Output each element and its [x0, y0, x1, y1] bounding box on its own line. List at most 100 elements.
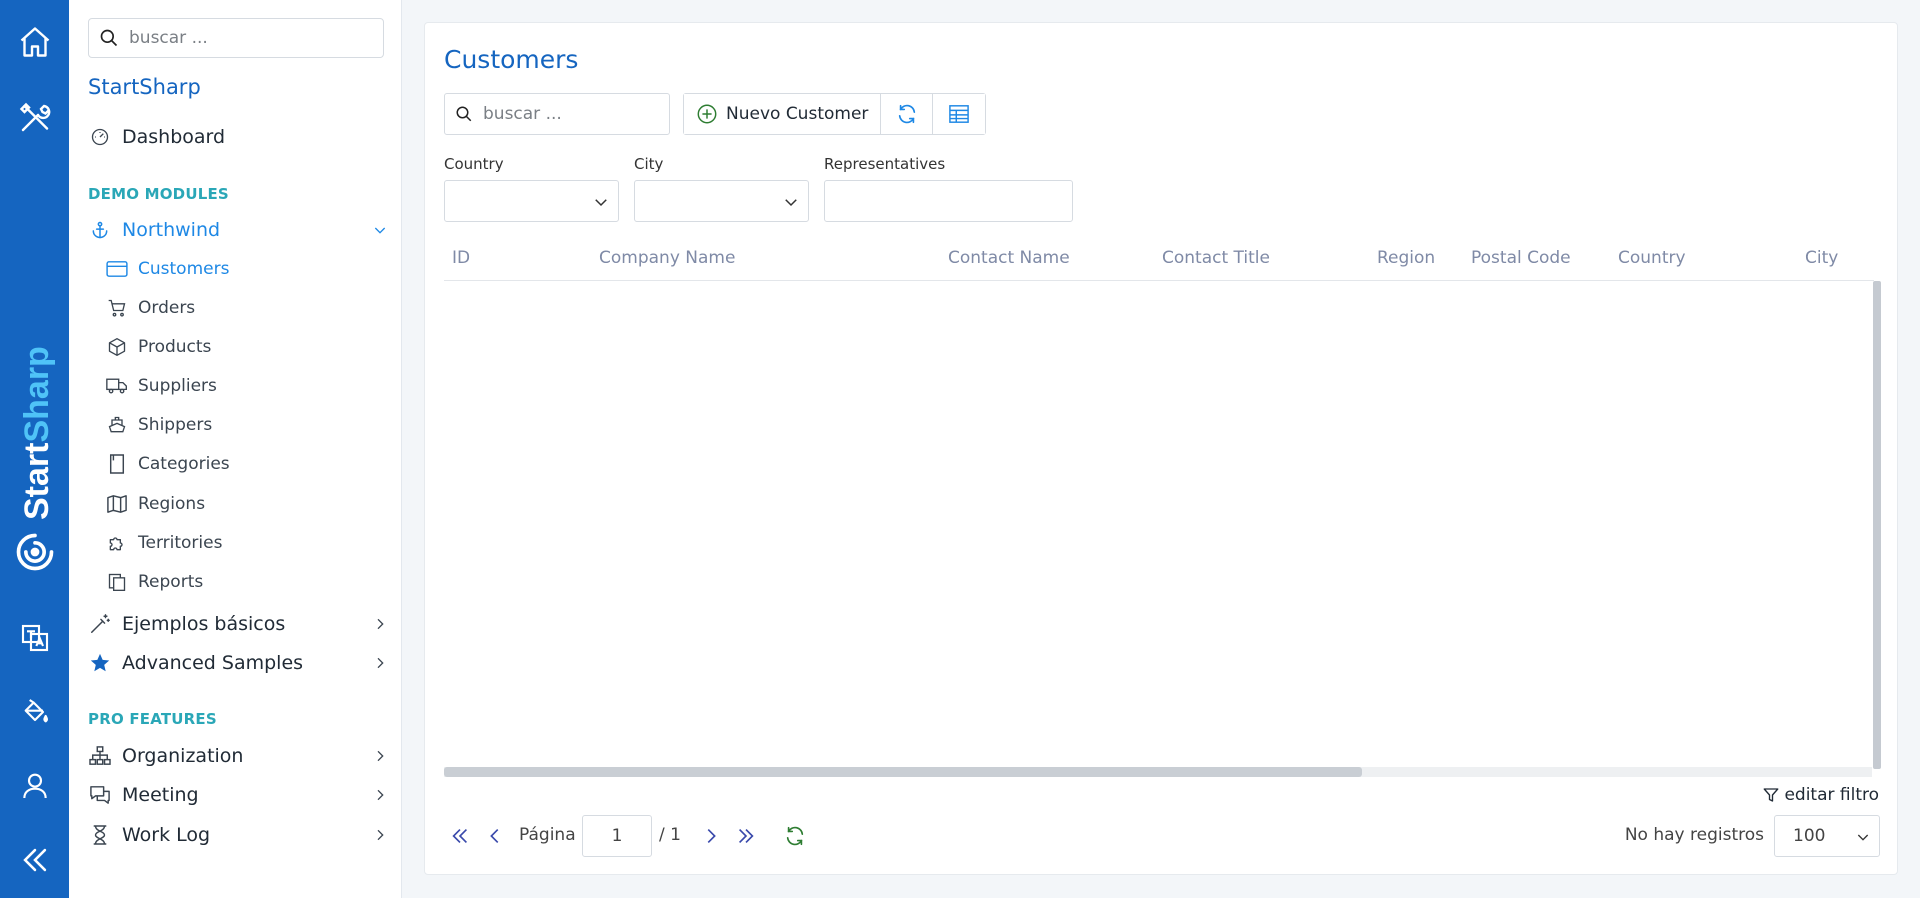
refresh-button[interactable] [881, 94, 934, 134]
sidebar-search[interactable] [88, 18, 384, 58]
sidebar-item-customers[interactable]: Customers [106, 254, 366, 284]
ship-icon [106, 414, 128, 436]
record-count-status: No hay registros [1624, 825, 1764, 845]
chevron-down-icon [372, 222, 388, 242]
page-total: / 1 [659, 825, 681, 845]
page-title: Customers [444, 45, 579, 74]
paint-bucket-icon[interactable] [0, 682, 69, 742]
sidebar-search-input[interactable] [129, 28, 369, 48]
plus-circle-icon [696, 103, 718, 125]
card-icon [106, 258, 128, 280]
filter-icon [1762, 786, 1780, 804]
sidebar-item-label: Products [138, 337, 212, 357]
column-picker-button[interactable] [933, 94, 986, 134]
collapse-sidebar-icon[interactable] [0, 830, 69, 890]
sidebar-item-work-log[interactable]: Work Log [88, 819, 388, 851]
translate-icon[interactable] [0, 608, 69, 668]
anchor-icon [88, 218, 112, 242]
home-icon[interactable] [0, 12, 69, 72]
edit-filter-label: editar filtro [1784, 785, 1879, 805]
column-header-region[interactable]: Region [1377, 248, 1435, 268]
country-filter-select[interactable] [444, 180, 619, 222]
chevron-right-icon [372, 827, 388, 847]
sidebar-item-dashboard[interactable]: Dashboard [88, 121, 388, 153]
representatives-filter-input[interactable] [824, 180, 1073, 222]
spiral-logo-icon [0, 522, 69, 582]
sidebar: StartSharp Dashboard DEMO MODULES Northw… [69, 0, 402, 898]
sidebar-item-label: Orders [138, 298, 196, 318]
column-header-id[interactable]: ID [452, 248, 470, 268]
country-filter-label: Country [444, 155, 504, 173]
grid-vertical-scrollbar[interactable] [1873, 281, 1881, 769]
chevron-right-icon [372, 787, 388, 807]
search-icon [99, 28, 119, 48]
edit-filter-link[interactable]: editar filtro [1762, 785, 1879, 805]
city-filter-label: City [634, 155, 664, 173]
table-icon [948, 104, 970, 124]
column-header-city[interactable]: City [1805, 248, 1838, 268]
sidebar-item-label: Dashboard [122, 126, 226, 148]
pager: Página / 1 No hay registros 100 [444, 815, 1880, 857]
chevron-right-icon [372, 748, 388, 768]
chevron-down-icon [1855, 829, 1871, 849]
last-page-icon[interactable] [735, 825, 757, 847]
sidebar-item-label: Work Log [122, 824, 211, 846]
grid-header: ID Company Name Contact Name Contact Tit… [444, 245, 1874, 281]
sidebar-item-basic-samples[interactable]: Ejemplos básicos [88, 608, 388, 640]
sidebar-item-label: Suppliers [138, 376, 217, 396]
grid-search-input[interactable] [483, 104, 653, 124]
grid-search[interactable] [444, 93, 670, 135]
sitemap-icon [88, 744, 112, 768]
city-filter-select[interactable] [634, 180, 809, 222]
page-size-select[interactable]: 100 [1774, 815, 1880, 857]
grid-horizontal-scrollbar[interactable] [444, 767, 1362, 777]
chat-bubbles-icon [88, 783, 112, 807]
tools-icon[interactable] [0, 88, 69, 148]
sidebar-item-regions[interactable]: Regions [106, 489, 366, 519]
sidebar-item-shippers[interactable]: Shippers [106, 410, 366, 440]
sidebar-item-meeting[interactable]: Meeting [88, 779, 388, 811]
section-pro-features: PRO FEATURES [88, 710, 217, 728]
sidebar-item-organization[interactable]: Organization [88, 740, 388, 772]
reload-icon[interactable] [784, 825, 806, 847]
chevron-right-icon [372, 655, 388, 675]
sidebar-item-northwind[interactable]: Northwind [88, 214, 388, 246]
sidebar-item-products[interactable]: Products [106, 332, 366, 362]
chevron-down-icon [592, 193, 610, 215]
search-icon [455, 105, 473, 123]
sidebar-item-reports[interactable]: Reports [106, 567, 366, 597]
new-customer-button[interactable]: Nuevo Customer [684, 94, 882, 134]
map-icon [106, 493, 128, 515]
representatives-filter-label: Representatives [824, 155, 946, 173]
column-header-company-name[interactable]: Company Name [599, 248, 735, 268]
sidebar-item-categories[interactable]: Categories [106, 449, 366, 479]
page-number-input[interactable] [582, 815, 652, 857]
previous-page-icon[interactable] [484, 825, 506, 847]
new-customer-label: Nuevo Customer [726, 104, 869, 124]
sidebar-item-label: Territories [138, 533, 223, 553]
hourglass-icon [88, 823, 112, 847]
column-header-postal-code[interactable]: Postal Code [1471, 248, 1571, 268]
column-header-country[interactable]: Country [1618, 248, 1686, 268]
sidebar-item-label: Meeting [122, 784, 199, 806]
main-panel: Customers Nuevo Customer Country City [424, 22, 1898, 875]
magic-wand-icon [88, 612, 112, 636]
copy-icon [106, 571, 128, 593]
sidebar-item-orders[interactable]: Orders [106, 293, 366, 323]
sidebar-item-advanced-samples[interactable]: Advanced Samples [88, 647, 388, 679]
truck-icon [106, 375, 128, 397]
column-header-contact-name[interactable]: Contact Name [948, 248, 1070, 268]
sidebar-item-territories[interactable]: Territories [106, 528, 366, 558]
next-page-icon[interactable] [700, 825, 722, 847]
gauge-icon [88, 125, 112, 149]
sidebar-item-label: Northwind [122, 219, 221, 241]
cart-icon [106, 297, 128, 319]
sidebar-item-suppliers[interactable]: Suppliers [106, 371, 366, 401]
sidebar-item-label: Regions [138, 494, 206, 514]
chevron-right-icon [372, 616, 388, 636]
bookmark-icon [106, 453, 128, 475]
sidebar-item-label: Categories [138, 454, 230, 474]
column-header-contact-title[interactable]: Contact Title [1162, 248, 1270, 268]
first-page-icon[interactable] [449, 825, 471, 847]
user-icon[interactable] [0, 756, 69, 816]
